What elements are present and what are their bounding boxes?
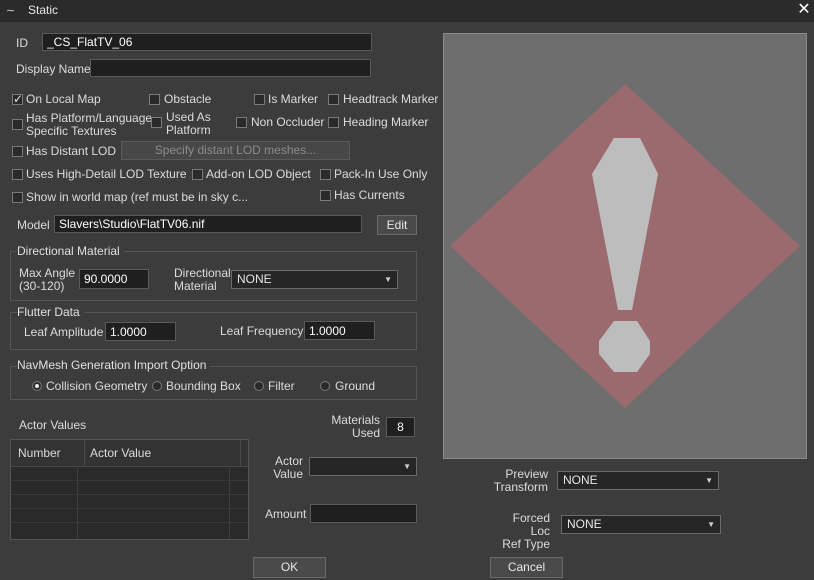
has-platform-language-label: Has Platform/Language Specific Textures: [26, 111, 153, 138]
column-number[interactable]: Number: [11, 440, 85, 466]
cancel-button[interactable]: Cancel: [490, 557, 563, 578]
forced-loc-ref-type-select[interactable]: NONE ▼: [561, 515, 721, 534]
amount-label: Amount: [265, 507, 307, 521]
uses-high-detail-lod-checkbox[interactable]: [12, 169, 23, 180]
pack-in-use-only-label: Pack-In Use Only: [334, 167, 428, 181]
title-bar: [0, 0, 814, 22]
display-name-label: Display Name: [16, 62, 91, 76]
radio-bounding-box-label: Bounding Box: [166, 379, 241, 393]
radio-collision-geometry[interactable]: [32, 381, 42, 391]
leaf-amplitude-label: Leaf Amplitude: [24, 325, 104, 339]
has-currents-label: Has Currents: [334, 188, 405, 202]
actor-values-title: Actor Values: [19, 418, 87, 432]
model-preview[interactable]: [443, 33, 807, 459]
model-input[interactable]: [54, 215, 362, 233]
max-angle-label: Max Angle (30-120): [19, 266, 76, 293]
app-icon: ∼: [6, 5, 16, 17]
directional-material-select[interactable]: NONE ▼: [231, 270, 398, 289]
uses-high-detail-lod-label: Uses High-Detail LOD Texture: [26, 167, 187, 181]
leaf-frequency-label: Leaf Frequency: [220, 324, 304, 338]
has-distant-lod-label: Has Distant LOD: [26, 144, 117, 158]
model-label: Model: [17, 218, 50, 232]
close-icon[interactable]: ✕: [794, 0, 814, 20]
actor-value-label: Actor Value: [273, 454, 303, 481]
leaf-amplitude-input[interactable]: [105, 322, 176, 341]
obstacle-label: Obstacle: [164, 92, 212, 106]
radio-bounding-box[interactable]: [152, 381, 162, 391]
non-occluder-checkbox[interactable]: [236, 117, 247, 128]
materials-used-label: Materials Used: [331, 413, 380, 440]
obstacle-checkbox[interactable]: [149, 94, 160, 105]
preview-transform-label: Preview Transform: [493, 467, 548, 494]
radio-collision-geometry-label: Collision Geometry: [46, 379, 148, 393]
has-currents-checkbox[interactable]: [320, 190, 331, 201]
addon-lod-object-label: Add-on LOD Object: [206, 167, 311, 181]
actor-value-select[interactable]: ▼: [309, 457, 417, 476]
is-marker-label: Is Marker: [268, 92, 319, 106]
on-local-map-label: On Local Map: [26, 92, 101, 106]
actor-values-table[interactable]: Number Actor Value: [10, 439, 249, 540]
id-label: ID: [16, 36, 28, 50]
display-name-input[interactable]: [90, 59, 371, 77]
column-actor-value[interactable]: Actor Value: [85, 440, 241, 466]
amount-input[interactable]: [310, 504, 417, 523]
flutter-data-title: Flutter Data: [17, 305, 84, 319]
chevron-down-icon: ▼: [384, 275, 392, 284]
has-distant-lod-checkbox[interactable]: [12, 146, 23, 157]
used-as-platform-checkbox[interactable]: [151, 117, 162, 128]
actor-values-table-header: Number Actor Value: [11, 440, 248, 467]
ok-button[interactable]: OK: [253, 557, 326, 578]
edit-model-button[interactable]: Edit: [377, 215, 417, 235]
chevron-down-icon: ▼: [707, 520, 715, 529]
specify-distant-lod-button[interactable]: Specify distant LOD meshes...: [121, 141, 350, 160]
used-as-platform-label: Used As Platform: [166, 110, 211, 137]
addon-lod-object-checkbox[interactable]: [192, 169, 203, 180]
window-title: Static: [28, 3, 59, 17]
forced-loc-ref-type-label: Forced Loc Ref Type: [502, 511, 550, 551]
id-input[interactable]: [42, 33, 372, 51]
directional-material-label: Directional Material: [174, 266, 231, 293]
leaf-frequency-input[interactable]: [304, 321, 375, 340]
has-platform-language-checkbox[interactable]: [12, 119, 23, 130]
radio-filter[interactable]: [254, 381, 264, 391]
headtrack-marker-checkbox[interactable]: [328, 94, 339, 105]
heading-marker-label: Heading Marker: [343, 115, 429, 129]
heading-marker-checkbox[interactable]: [328, 117, 339, 128]
radio-filter-label: Filter: [268, 379, 295, 393]
preview-transform-select[interactable]: NONE ▼: [557, 471, 719, 490]
max-angle-input[interactable]: [79, 269, 149, 289]
show-in-world-map-checkbox[interactable]: [12, 192, 23, 203]
show-in-world-map-label: Show in world map (ref must be in sky c.…: [26, 190, 249, 204]
navmesh-title: NavMesh Generation Import Option: [17, 358, 211, 372]
directional-material-title: Directional Material: [17, 244, 124, 258]
radio-ground[interactable]: [320, 381, 330, 391]
headtrack-marker-label: Headtrack Marker: [343, 92, 439, 106]
radio-ground-label: Ground: [335, 379, 376, 393]
on-local-map-checkbox[interactable]: [12, 92, 23, 106]
chevron-down-icon: ▼: [705, 476, 713, 485]
warning-exclamation-icon: [450, 84, 800, 408]
is-marker-checkbox[interactable]: [254, 94, 265, 105]
materials-used-value: 8: [386, 417, 415, 437]
chevron-down-icon: ▼: [403, 462, 411, 471]
pack-in-use-only-checkbox[interactable]: [320, 169, 331, 180]
non-occluder-label: Non Occluder: [251, 115, 325, 129]
